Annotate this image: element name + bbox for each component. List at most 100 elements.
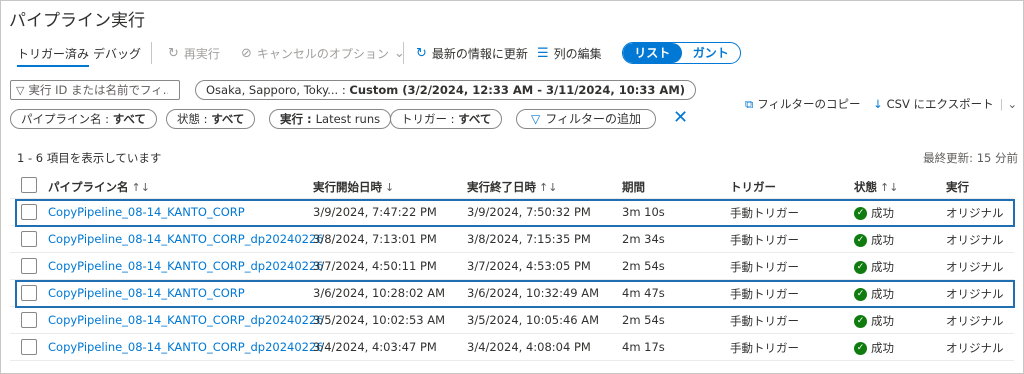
- copy-filters-button[interactable]: ⧉ フィルターのコピー: [745, 96, 861, 112]
- edit-columns-label: 列の編集: [553, 47, 602, 61]
- row-checkbox[interactable]: [21, 231, 37, 247]
- duration-cell: 4m 17s: [622, 340, 665, 354]
- status-cell: ✓ 成功: [854, 232, 894, 248]
- run-type-cell: オリジナル: [946, 206, 1004, 220]
- success-check-icon: ✓: [854, 260, 867, 274]
- clear-filters-icon[interactable]: ✕: [673, 108, 688, 128]
- item-count: 1 - 6 項目を表示しています: [17, 151, 162, 165]
- status-label: 成功: [871, 233, 894, 247]
- columns-icon: ☰: [537, 46, 549, 61]
- view-list-button[interactable]: リスト: [623, 43, 682, 63]
- runs-filter[interactable]: 実行 : Latest runs: [269, 109, 392, 129]
- table-row[interactable]: CopyPipeline_08-14_KANTO_CORP 3/9/2024, 7…: [10, 199, 1015, 227]
- refresh-button[interactable]: ↻ 最新の情報に更新: [416, 45, 528, 62]
- status-filter-value: すべて: [211, 112, 245, 126]
- run-type-cell: オリジナル: [946, 341, 1004, 355]
- column-header-end[interactable]: 実行終了日時 ↑↓: [467, 179, 557, 195]
- toolbar-divider: [403, 42, 404, 64]
- table-row[interactable]: CopyPipeline_08-14_KANTO_CORP 3/6/2024, 1…: [10, 280, 1015, 308]
- run-end-cell: 3/9/2024, 7:50:32 PM: [467, 205, 591, 219]
- pipeline-name-filter-label: パイプライン名 :: [21, 112, 113, 126]
- run-start-cell: 3/9/2024, 7:47:22 PM: [313, 205, 437, 219]
- run-start-cell: 3/4/2024, 4:03:47 PM: [313, 340, 437, 354]
- run-type-cell: オリジナル: [946, 233, 1004, 247]
- duration-cell: 2m 54s: [622, 259, 665, 273]
- table-row[interactable]: CopyPipeline_08-14_KANTO_CORP_dp20240226…: [10, 307, 1014, 334]
- tab-debug[interactable]: デバッグ: [93, 45, 141, 62]
- trigger-filter-label: トリガー :: [401, 112, 459, 126]
- column-header-run[interactable]: 実行: [946, 179, 969, 195]
- pipeline-name-link[interactable]: CopyPipeline_08-14_KANTO_CORP: [48, 286, 245, 300]
- column-header-name-label: パイプライン名: [48, 180, 129, 194]
- column-header-trigger[interactable]: トリガー: [730, 179, 776, 195]
- refresh-label: 最新の情報に更新: [431, 47, 528, 61]
- rerun-icon: ↻: [168, 46, 179, 61]
- duration-cell: 4m 47s: [622, 286, 665, 300]
- add-filter-button[interactable]: ▽ フィルターの追加: [516, 109, 656, 129]
- rerun-label: 再実行: [183, 47, 220, 61]
- pipeline-name-link[interactable]: CopyPipeline_08-14_KANTO_CORP_dp20240226: [48, 259, 324, 273]
- trigger-cell: 手動トリガー: [730, 206, 799, 220]
- success-check-icon: ✓: [854, 341, 867, 355]
- run-start-cell: 3/6/2024, 10:28:02 AM: [313, 286, 446, 300]
- status-cell: ✓ 成功: [854, 259, 894, 275]
- run-end-cell: 3/4/2024, 4:08:04 PM: [467, 340, 591, 354]
- column-header-start-label: 実行開始日時: [313, 180, 382, 194]
- duration-cell: 2m 34s: [622, 232, 665, 246]
- row-checkbox[interactable]: [21, 258, 37, 274]
- cancel-options-button[interactable]: ⊘ キャンセルのオプション ⌄: [241, 45, 405, 62]
- column-header-start[interactable]: 実行開始日時 ↓: [313, 179, 394, 195]
- edit-columns-button[interactable]: ☰ 列の編集: [537, 45, 602, 62]
- toolbar-divider: [151, 42, 152, 64]
- rerun-button[interactable]: ↻ 再実行: [168, 45, 220, 62]
- column-header-status[interactable]: 状態 ↑↓: [854, 179, 898, 195]
- column-header-status-label: 状態: [854, 180, 877, 194]
- sort-icon: ↑↓: [539, 181, 558, 194]
- row-checkbox[interactable]: [21, 339, 37, 355]
- view-gantt-button[interactable]: ガント: [682, 43, 741, 63]
- status-label: 成功: [871, 206, 894, 220]
- table-row[interactable]: CopyPipeline_08-14_KANTO_CORP_dp20240226…: [10, 253, 1014, 280]
- download-icon: ↓: [873, 97, 883, 111]
- run-start-cell: 3/5/2024, 10:02:53 AM: [313, 313, 446, 327]
- search-box: ▽: [10, 80, 180, 100]
- table-row[interactable]: CopyPipeline_08-14_KANTO_CORP_dp20240226…: [10, 334, 1014, 361]
- column-header-duration[interactable]: 期間: [622, 179, 645, 195]
- table-row[interactable]: CopyPipeline_08-14_KANTO_CORP_dp20240226…: [10, 226, 1014, 253]
- status-label: 成功: [871, 341, 894, 355]
- run-end-cell: 3/6/2024, 10:32:49 AM: [467, 286, 600, 300]
- view-toggle: リスト ガント: [622, 42, 741, 64]
- pipeline-name-link[interactable]: CopyPipeline_08-14_KANTO_CORP_dp20240226: [48, 313, 324, 327]
- status-label: 成功: [871, 314, 894, 328]
- status-cell: ✓ 成功: [854, 286, 894, 302]
- pipeline-name-link[interactable]: CopyPipeline_08-14_KANTO_CORP_dp20240226: [48, 232, 324, 246]
- duration-cell: 2m 54s: [622, 313, 665, 327]
- pipeline-name-link[interactable]: CopyPipeline_08-14_KANTO_CORP_dp20240226: [48, 340, 324, 354]
- search-input[interactable]: [28, 83, 169, 97]
- trigger-cell: 手動トリガー: [730, 287, 799, 301]
- sort-icon: ↓: [385, 181, 395, 194]
- row-checkbox[interactable]: [21, 285, 37, 301]
- run-start-cell: 3/8/2024, 7:13:01 PM: [313, 232, 437, 246]
- run-end-cell: 3/5/2024, 10:05:46 AM: [467, 313, 600, 327]
- table-header: パイプライン名 ↑↓ 実行開始日時 ↓ 実行終了日時 ↑↓ 期間 トリガー 状態 ↑↓ …: [10, 172, 1014, 199]
- success-check-icon: ✓: [854, 314, 867, 328]
- success-check-icon: ✓: [854, 206, 867, 220]
- row-checkbox[interactable]: [21, 312, 37, 328]
- trigger-filter[interactable]: トリガー : すべて: [390, 109, 503, 129]
- column-header-name[interactable]: パイプライン名 ↑↓: [48, 179, 150, 195]
- pipeline-name-link[interactable]: CopyPipeline_08-14_KANTO_CORP: [48, 205, 245, 219]
- sort-icon: ↑↓: [131, 181, 150, 194]
- row-checkbox[interactable]: [21, 204, 37, 220]
- time-range-filter[interactable]: Osaka, Sapporo, Toky... : Custom (3/2/20…: [195, 80, 697, 100]
- chevron-down-icon[interactable]: ⌄: [1008, 97, 1018, 111]
- pipeline-name-filter[interactable]: パイプライン名 : すべて: [10, 109, 157, 129]
- success-check-icon: ✓: [854, 233, 867, 247]
- last-updated: 最終更新: 15 分前: [923, 151, 1018, 165]
- select-all-checkbox[interactable]: [21, 177, 37, 193]
- export-csv-button[interactable]: ↓ CSV にエクスポート | ⌄: [873, 96, 1017, 112]
- filter-icon: ▽: [16, 83, 25, 97]
- tab-triggered[interactable]: トリガー済み: [17, 45, 90, 67]
- status-filter[interactable]: 状態 : すべて: [166, 109, 256, 129]
- status-cell: ✓ 成功: [854, 205, 894, 221]
